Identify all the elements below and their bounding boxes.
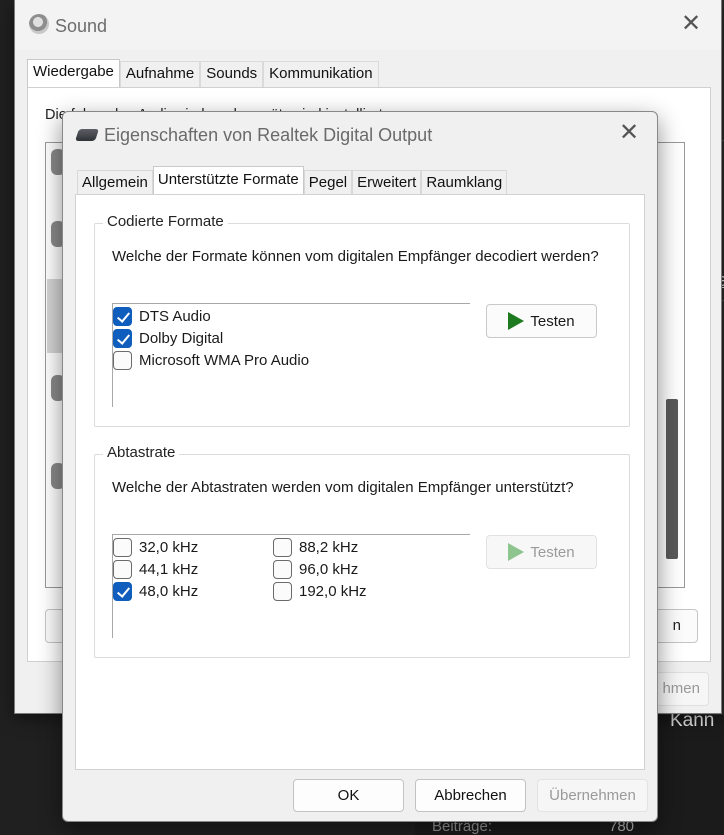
test-sample-rate-button[interactable]: Testen [486, 535, 597, 569]
format-label: DTS Audio [139, 307, 211, 325]
tab-allgemein[interactable]: Allgemein [77, 170, 153, 195]
sound-tabs: Wiedergabe Aufnahme Sounds Kommunikation [27, 59, 379, 89]
rate-label: 32,0 kHz [139, 538, 199, 556]
digital-output-icon [75, 129, 99, 141]
close-icon[interactable]: ✕ [617, 120, 641, 146]
properties-dialog: Eigenschaften von Realtek Digital Output… [62, 111, 658, 822]
checkbox[interactable] [113, 559, 132, 579]
checkbox[interactable] [113, 350, 132, 370]
checkbox[interactable] [113, 328, 132, 348]
rate-label: 96,0 kHz [299, 560, 359, 578]
format-option-wma-pro[interactable]: Microsoft WMA Pro Audio [113, 349, 309, 371]
format-option-dolby[interactable]: Dolby Digital [113, 327, 223, 349]
rate-label: 88,2 kHz [299, 538, 359, 556]
scrollbar-thumb[interactable] [666, 399, 678, 559]
play-icon [508, 543, 525, 561]
group-question: Welche der Abtastraten werden vom digita… [112, 479, 574, 496]
ok-button[interactable]: OK [293, 779, 404, 812]
button-label: Testen [530, 312, 575, 330]
rate-option-96[interactable]: 96,0 kHz [273, 558, 358, 580]
format-label: Dolby Digital [139, 329, 224, 347]
rate-label: 48,0 kHz [139, 582, 199, 600]
close-icon[interactable]: ✕ [679, 12, 703, 36]
rate-option-88-2[interactable]: 88,2 kHz [273, 536, 358, 558]
group-legend: Abtastrate [103, 444, 180, 461]
rate-label: 192,0 kHz [299, 582, 367, 600]
tab-aufnahme[interactable]: Aufnahme [119, 61, 201, 87]
tab-unterstuetzte-formate[interactable]: Unterstützte Formate [152, 166, 304, 195]
play-icon [508, 312, 525, 330]
tab-erweitert[interactable]: Erweitert [352, 170, 422, 195]
group-question: Welche der Formate können vom digitalen … [112, 248, 599, 265]
dialog-title-bar: Eigenschaften von Realtek Digital Output [75, 123, 433, 147]
checkbox[interactable] [113, 306, 132, 326]
rate-option-32[interactable]: 32,0 kHz [113, 536, 198, 558]
button-label: Testen [530, 543, 575, 561]
tab-raumklang[interactable]: Raumklang [421, 170, 508, 195]
rate-option-192[interactable]: 192,0 kHz [273, 580, 367, 602]
tab-sounds[interactable]: Sounds [200, 61, 264, 87]
group-legend: Codierte Formate [103, 213, 228, 230]
speaker-app-icon [29, 14, 49, 34]
tab-kommunikation[interactable]: Kommunikation [263, 61, 379, 87]
checkbox[interactable] [273, 581, 292, 601]
tab-wiedergabe[interactable]: Wiedergabe [27, 59, 120, 89]
checkbox[interactable] [113, 537, 132, 557]
formats-panel: Codierte Formate Welche der Formate könn… [75, 194, 645, 770]
encoded-formats-group: Codierte Formate Welche der Formate könn… [94, 213, 630, 427]
tab-pegel[interactable]: Pegel [303, 170, 353, 195]
checkbox[interactable] [113, 581, 132, 601]
format-checkbox-list: DTS Audio Dolby Digital Microsoft WMA Pr… [112, 303, 470, 407]
dialog-tabs: Allgemein Unterstützte Formate Pegel Erw… [77, 166, 508, 195]
sound-title-bar: Sound ✕ [15, 0, 721, 50]
rate-option-48[interactable]: 48,0 kHz [113, 580, 198, 602]
rate-label: 44,1 kHz [139, 560, 199, 578]
apply-button[interactable]: Übernehmen [537, 779, 648, 812]
sample-rate-group: Abtastrate Welche der Abtastraten werden… [94, 444, 630, 658]
dialog-title: Eigenschaften von Realtek Digital Output [104, 124, 433, 145]
checkbox[interactable] [273, 559, 292, 579]
cancel-button[interactable]: Abbrechen [415, 779, 526, 812]
rate-option-44-1[interactable]: 44,1 kHz [113, 558, 198, 580]
format-label: Microsoft WMA Pro Audio [139, 351, 310, 369]
checkbox[interactable] [273, 537, 292, 557]
format-option-dts[interactable]: DTS Audio [113, 305, 211, 327]
test-formats-button[interactable]: Testen [486, 304, 597, 338]
sample-rate-checkbox-list: 32,0 kHz 44,1 kHz 48,0 kHz 88,2 kHz 96,0… [112, 534, 470, 638]
window-title: Sound [55, 16, 108, 36]
